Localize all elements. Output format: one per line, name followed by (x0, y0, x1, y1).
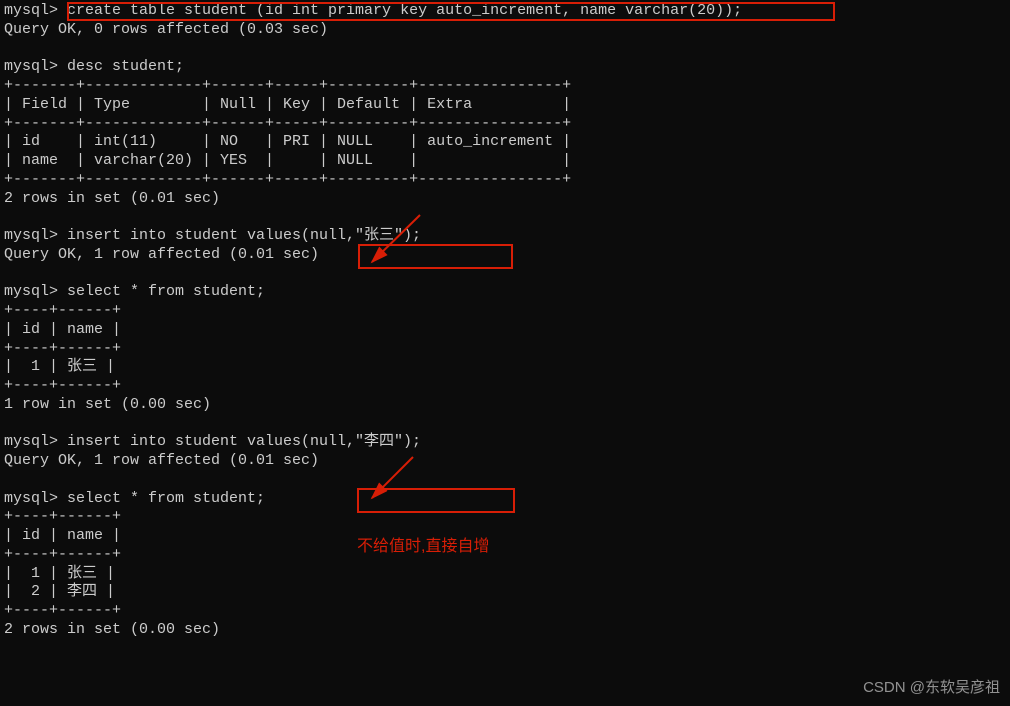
line: Query OK, 1 row affected (0.01 sec) (4, 246, 319, 263)
watermark: CSDN @东软吴彦祖 (863, 679, 1000, 698)
line: +----+------+ (4, 302, 121, 319)
line: +-------+-------------+------+-----+----… (4, 77, 571, 94)
line: +----+------+ (4, 377, 121, 394)
line: | id | int(11) | NO | PRI | NULL | auto_… (4, 133, 571, 150)
line: | id | name | (4, 527, 121, 544)
line: mysql> select * from student; (4, 283, 265, 300)
line: | 1 | 张三 | (4, 358, 115, 375)
line: | Field | Type | Null | Key | Default | … (4, 96, 571, 113)
line: mysql> insert into student values(null,"… (4, 227, 421, 244)
line: Query OK, 0 rows affected (0.03 sec) (4, 21, 328, 38)
terminal-output: mysql> create table student (id int prim… (4, 2, 1006, 640)
line: mysql> create table student (id int prim… (4, 2, 742, 19)
line: 2 rows in set (0.00 sec) (4, 621, 220, 638)
line: mysql> desc student; (4, 58, 184, 75)
line: +----+------+ (4, 340, 121, 357)
line: 2 rows in set (0.01 sec) (4, 190, 220, 207)
line: +----+------+ (4, 546, 121, 563)
line: 1 row in set (0.00 sec) (4, 396, 211, 413)
line: +-------+-------------+------+-----+----… (4, 171, 571, 188)
line: mysql> insert into student values(null,"… (4, 433, 421, 450)
line: +----+------+ (4, 602, 121, 619)
line: +-------+-------------+------+-----+----… (4, 115, 571, 132)
line: | name | varchar(20) | YES | | NULL | | (4, 152, 571, 169)
line: Query OK, 1 row affected (0.01 sec) (4, 452, 319, 469)
line: mysql> select * from student; (4, 490, 265, 507)
line: | id | name | (4, 321, 121, 338)
line: | 1 | 张三 | (4, 565, 115, 582)
line: | 2 | 李四 | (4, 583, 115, 600)
line: +----+------+ (4, 508, 121, 525)
